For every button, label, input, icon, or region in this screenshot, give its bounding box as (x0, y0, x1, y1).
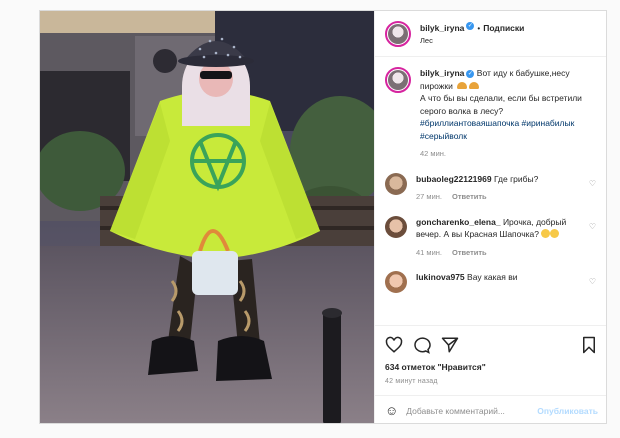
page: bilyk_iryna ✓ • Подписки Лес bilyk_iryna ✓ В… (0, 0, 620, 438)
likes-count[interactable]: 634 отметок "Нравится" (385, 362, 598, 372)
croissant-emoji-icon (469, 81, 480, 89)
post-photo[interactable] (40, 11, 374, 423)
caption-time[interactable]: 42 мин. (420, 149, 446, 158)
caption-text-2: А что бы вы сделали, если бы встретили с… (420, 93, 582, 116)
add-comment-bar: ☺ Опубликовать (375, 395, 606, 423)
separator-dot: • (477, 23, 481, 33)
publish-button[interactable]: Опубликовать (537, 406, 598, 416)
like-comment-heart-icon[interactable]: ♡ (589, 222, 596, 231)
post-side-panel: bilyk_iryna ✓ • Подписки Лес bilyk_iryna ✓ В… (374, 11, 606, 423)
author-info: bilyk_iryna ✓ • Подписки Лес (420, 21, 524, 47)
commenter-avatar[interactable] (385, 215, 407, 238)
post-photo-image (40, 11, 374, 423)
comment-username[interactable]: bubaoleg22121969 (416, 174, 492, 184)
comment-time[interactable]: 27 мин. (416, 192, 442, 201)
like-comment-heart-icon[interactable]: ♡ (589, 179, 596, 188)
comment-item: bubaoleg22121969 Где грибы? 27 мин. Ответ… (385, 172, 598, 204)
comment-body: lukinova975 Вау какая ви (416, 271, 586, 293)
verified-badge-icon: ✓ (466, 69, 475, 78)
post-time-ago: 42 минут назад (385, 378, 438, 385)
reply-button[interactable]: Ответить (452, 192, 487, 201)
croissant-emoji-icon (457, 81, 468, 89)
save-bookmark-icon[interactable] (580, 336, 598, 354)
comment-meta: 27 мин. Ответить (416, 191, 586, 204)
caption-meta: 42 мин. (420, 148, 590, 161)
caption-avatar[interactable] (385, 67, 411, 93)
caption-username[interactable]: bilyk_iryna (420, 68, 464, 78)
caption-body: bilyk_iryna ✓ Вот иду к бабушке,несу пиро… (420, 67, 590, 161)
caption: bilyk_iryna ✓ Вот иду к бабушке,несу пиро… (385, 67, 598, 161)
comment-bubble-icon[interactable] (413, 336, 431, 354)
smile-emoji-icon (550, 229, 560, 238)
comment-text: Вау какая ви (467, 272, 518, 282)
comment-meta: 41 мин. Ответить (416, 247, 586, 260)
comment-item: lukinova975 Вау какая ви ♡ (385, 271, 598, 293)
comment-input[interactable] (406, 405, 538, 416)
author-username[interactable]: bilyk_iryna (420, 23, 464, 33)
emoji-picker-icon[interactable]: ☺ (385, 403, 398, 418)
post-location[interactable]: Лес (420, 35, 524, 47)
reply-button[interactable]: Ответить (452, 248, 487, 257)
follow-button[interactable]: Подписки (483, 23, 524, 33)
comment-username[interactable]: lukinova975 (416, 272, 465, 282)
comment-body: goncharenko_elena_ Ирочка, добрый вечер.… (416, 216, 586, 260)
commenter-avatar[interactable] (385, 172, 407, 195)
comments-list[interactable]: bilyk_iryna ✓ Вот иду к бабушке,несу пиро… (375, 57, 606, 325)
caption-hashtags[interactable]: #бриллиантоваяшапочка #иринабилык #серый… (420, 117, 590, 142)
author-avatar[interactable] (385, 20, 411, 47)
comment-text: Где грибы? (493, 173, 539, 184)
commenter-avatar[interactable] (385, 271, 407, 293)
instagram-post-modal: bilyk_iryna ✓ • Подписки Лес bilyk_iryna ✓ В… (39, 10, 607, 424)
post-header: bilyk_iryna ✓ • Подписки Лес (375, 11, 606, 57)
comment-time[interactable]: 41 мин. (416, 248, 442, 257)
post-actions: 634 отметок "Нравится" 42 минут назад (375, 325, 606, 395)
share-plane-icon[interactable] (441, 336, 459, 354)
comment-username[interactable]: goncharenko_elena_ (416, 217, 501, 227)
action-icons (385, 334, 598, 356)
comment-body: bubaoleg22121969 Где грибы? 27 мин. Ответ… (416, 173, 586, 204)
like-heart-icon[interactable] (385, 336, 403, 354)
comment-item: goncharenko_elena_ Ирочка, добрый вечер.… (385, 215, 598, 260)
verified-badge-icon: ✓ (466, 22, 475, 31)
like-comment-heart-icon[interactable]: ♡ (589, 277, 596, 286)
smile-emoji-icon (541, 229, 551, 238)
